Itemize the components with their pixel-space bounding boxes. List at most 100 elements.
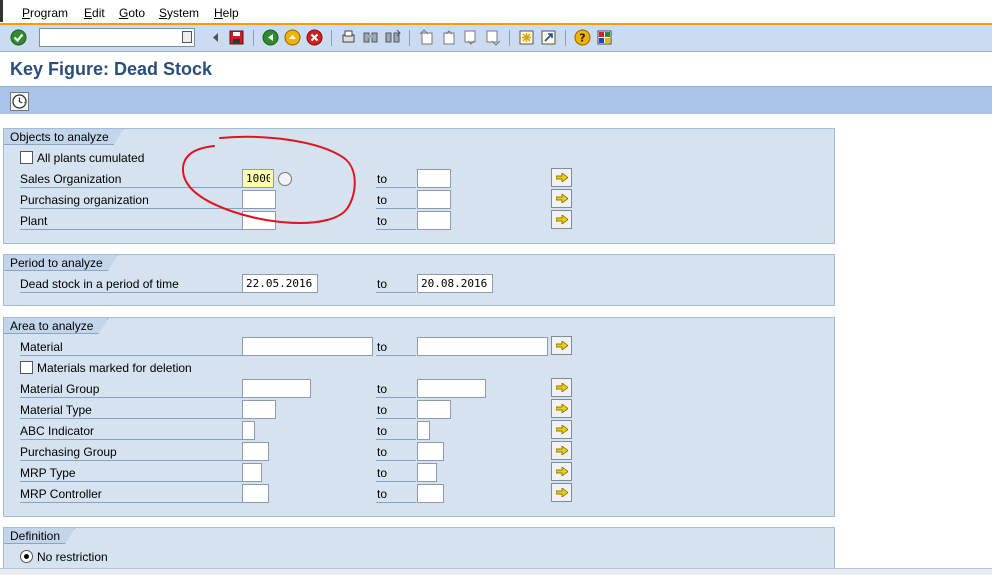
all-plants-checkbox[interactable] — [20, 151, 33, 164]
material-type-multiple-button[interactable] — [551, 399, 572, 418]
to-underline — [376, 418, 416, 419]
label-underline — [20, 229, 242, 230]
mrp-type-from-input[interactable] — [242, 463, 262, 482]
material-type-from-input[interactable] — [242, 400, 276, 419]
mrp-type-label: MRP Type — [20, 466, 76, 480]
period-to-date-input[interactable] — [417, 274, 493, 293]
mrp-type-multiple-button[interactable] — [551, 462, 572, 481]
toolbar-separator — [509, 30, 510, 46]
to-label: to — [377, 172, 388, 186]
label-underline — [20, 187, 242, 188]
purchasing-group-to-input[interactable] — [417, 442, 444, 461]
help-icon[interactable]: ? — [574, 29, 591, 46]
svg-text:?: ? — [579, 32, 585, 45]
to-label: to — [377, 382, 388, 396]
status-bar — [0, 568, 992, 575]
deleted-materials-checkbox[interactable] — [20, 361, 33, 374]
arrow-right-icon — [556, 425, 568, 434]
label-underline — [20, 481, 242, 482]
arrow-right-icon — [556, 194, 568, 203]
command-input[interactable] — [40, 29, 178, 46]
customize-layout-icon[interactable] — [596, 29, 613, 46]
period-to-analyze-group: Period to analyze Dead stock in a period… — [3, 254, 835, 306]
sales-org-label: Sales Organization — [20, 172, 122, 186]
material-multiple-button[interactable] — [551, 336, 572, 355]
menu-edit[interactable]: Edit — [84, 6, 105, 20]
mrp-type-to-input[interactable] — [417, 463, 437, 482]
arrow-right-icon — [556, 446, 568, 455]
to-underline — [376, 397, 416, 398]
to-label: to — [377, 445, 388, 459]
plant-label: Plant — [20, 214, 48, 228]
purch-org-from-input[interactable] — [242, 190, 276, 209]
purchasing-group-multiple-button[interactable] — [551, 441, 572, 460]
no-restriction-radio[interactable] — [20, 550, 33, 563]
find-icon[interactable] — [362, 29, 379, 46]
to-label: to — [377, 277, 388, 291]
first-page-icon[interactable] — [418, 29, 435, 46]
sales-org-from-input[interactable] — [242, 169, 274, 188]
print-icon[interactable] — [340, 29, 357, 46]
group-title: Area to analyze — [4, 318, 108, 334]
command-field[interactable] — [39, 28, 195, 47]
purch-org-label: Purchasing organization — [20, 193, 149, 207]
menu-system[interactable]: System — [159, 6, 199, 20]
label-underline — [20, 208, 242, 209]
material-type-to-input[interactable] — [417, 400, 451, 419]
abc-indicator-from-input[interactable] — [242, 421, 255, 440]
purch-org-multiple-button[interactable] — [551, 189, 572, 208]
material-label: Material — [20, 340, 63, 354]
arrow-right-icon — [556, 341, 568, 350]
plant-from-input[interactable] — [242, 211, 276, 230]
mrp-controller-from-input[interactable] — [242, 484, 269, 503]
menu-program[interactable]: Program — [22, 6, 68, 20]
arrow-right-icon — [556, 467, 568, 476]
toolbar-separator — [331, 30, 332, 46]
menu-help[interactable]: Help — [214, 6, 239, 20]
find-next-icon[interactable] — [384, 29, 401, 46]
create-session-icon[interactable] — [518, 29, 535, 46]
back-icon[interactable] — [262, 29, 279, 46]
period-from-date-input[interactable] — [242, 274, 318, 293]
purchasing-group-from-input[interactable] — [242, 442, 269, 461]
to-underline — [376, 502, 416, 503]
menu-goto[interactable]: Goto — [119, 6, 145, 20]
save-icon[interactable] — [228, 29, 245, 46]
material-type-label: Material Type — [20, 403, 92, 417]
label-underline — [20, 502, 242, 503]
area-to-analyze-group: Area to analyze Material to Materials ma… — [3, 317, 835, 517]
sales-org-multiple-button[interactable] — [551, 168, 572, 187]
toolbar-separator — [253, 30, 254, 46]
to-underline — [376, 208, 416, 209]
shortcut-icon[interactable] — [540, 29, 557, 46]
material-from-input[interactable] — [242, 337, 373, 356]
multiple-selection-icon[interactable] — [278, 172, 292, 186]
last-page-icon[interactable] — [484, 29, 501, 46]
collapse-arrow-icon[interactable] — [207, 29, 224, 46]
arrow-right-icon — [556, 383, 568, 392]
to-label: to — [377, 340, 388, 354]
material-group-to-input[interactable] — [417, 379, 486, 398]
next-page-icon[interactable] — [462, 29, 479, 46]
material-to-input[interactable] — [417, 337, 548, 356]
material-group-from-input[interactable] — [242, 379, 311, 398]
cancel-icon[interactable] — [306, 29, 323, 46]
command-history-icon[interactable] — [182, 31, 192, 43]
execute-button[interactable] — [10, 92, 29, 111]
previous-page-icon[interactable] — [440, 29, 457, 46]
to-label: to — [377, 214, 388, 228]
toolbar-separator — [565, 30, 566, 46]
mrp-controller-multiple-button[interactable] — [551, 483, 572, 502]
abc-indicator-multiple-button[interactable] — [551, 420, 572, 439]
plant-multiple-button[interactable] — [551, 210, 572, 229]
purch-org-to-input[interactable] — [417, 190, 451, 209]
abc-indicator-to-input[interactable] — [417, 421, 430, 440]
group-title: Period to analyze — [4, 255, 118, 271]
enter-check-icon[interactable] — [10, 29, 27, 46]
plant-to-input[interactable] — [417, 211, 451, 230]
exit-icon[interactable] — [284, 29, 301, 46]
material-group-multiple-button[interactable] — [551, 378, 572, 397]
label-underline — [20, 460, 242, 461]
mrp-controller-to-input[interactable] — [417, 484, 444, 503]
sales-org-to-input[interactable] — [417, 169, 451, 188]
